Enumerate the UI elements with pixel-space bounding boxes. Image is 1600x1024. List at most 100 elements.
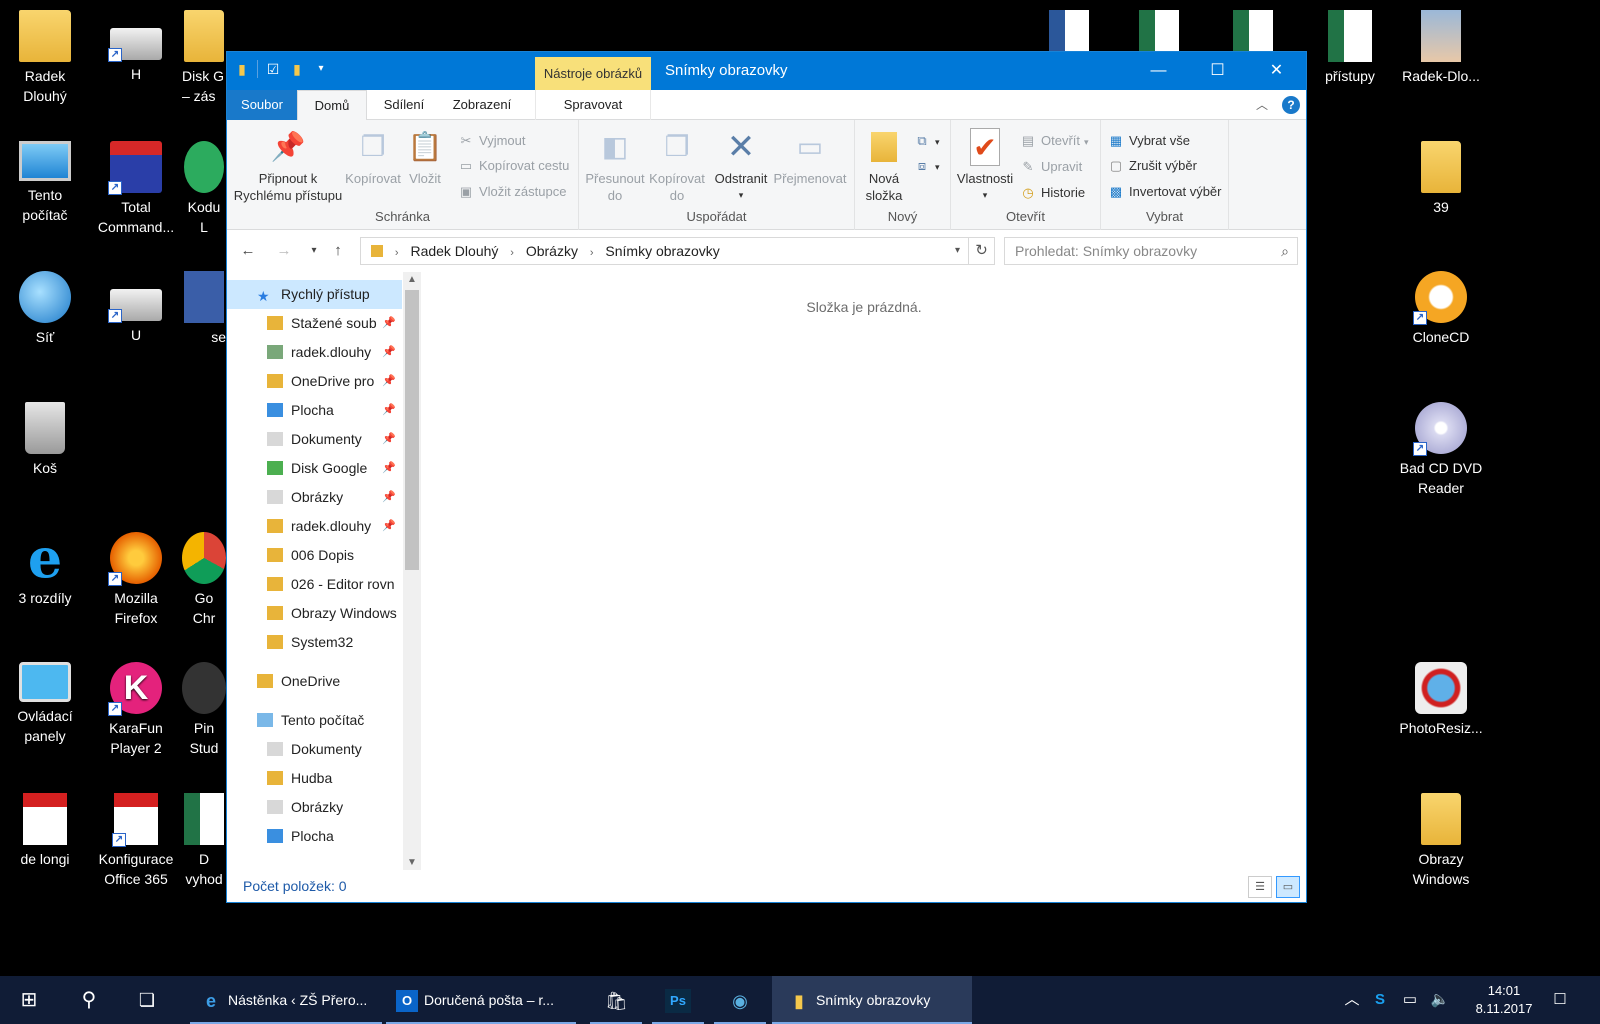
collapse-ribbon-icon[interactable]: ︿: [1252, 95, 1272, 115]
desktop-icon-total-commander[interactable]: ↗ Total Command...: [91, 141, 181, 237]
back-button[interactable]: ←: [237, 240, 259, 262]
clock[interactable]: 14:01 8.11.2017: [1468, 982, 1540, 1018]
tab-home[interactable]: Domů: [297, 90, 367, 121]
taskbar-app-outlook[interactable]: O Doručená pošta – r...: [386, 976, 576, 1024]
desktop-icon-h[interactable]: ↗ H: [91, 20, 181, 84]
minimize-button[interactable]: —: [1129, 52, 1188, 90]
desktop-icon-photoresizer[interactable]: PhotoResiz...: [1396, 662, 1486, 738]
desktop-icon-sit[interactable]: Síť: [0, 271, 90, 347]
desktop-icon-radek-dlouhy[interactable]: Radek Dlouhý: [0, 10, 90, 106]
tab-share[interactable]: Sdílení: [369, 90, 439, 120]
breadcrumb-item-snimky-obrazovky[interactable]: Snímky obrazovky: [605, 243, 719, 259]
chevron-down-icon[interactable]: ▾: [955, 238, 960, 264]
desktop-icon-kodu[interactable]: Kodu L: [182, 141, 226, 237]
desktop-icon-se[interactable]: se: [182, 271, 226, 347]
desktop-icon-u[interactable]: ↗ U: [91, 281, 181, 345]
desktop-icon-disk-g[interactable]: Disk G – zás: [182, 10, 226, 106]
taskbar-app-explorer[interactable]: ▮ Snímky obrazovky: [772, 976, 972, 1024]
nav-scrollbar[interactable]: ▲ ▼: [403, 272, 421, 870]
desktop-icon-konfigurace-office[interactable]: ↗ Konfigurace Office 365: [91, 793, 181, 889]
nav-item[interactable]: Dokumenty: [227, 735, 402, 764]
desktop-icon-firefox[interactable]: ↗ Mozilla Firefox: [91, 532, 181, 628]
taskbar-app-edge[interactable]: e Nástěnka ‹ ZŠ Přero...: [190, 976, 382, 1024]
scroll-up-icon[interactable]: ▲: [403, 274, 421, 285]
tab-manage[interactable]: Spravovat: [535, 90, 651, 120]
search-input[interactable]: Prohledat: Snímky obrazovky ⌕: [1004, 237, 1298, 265]
desktop-icon-chrome[interactable]: Go Chr: [182, 532, 226, 628]
desktop-icon-de-longi[interactable]: de longi: [0, 793, 90, 869]
properties-button[interactable]: ✔ Vlastnosti ▾: [955, 128, 1015, 204]
nav-item[interactable]: radek.dlouhy 📌: [227, 338, 402, 367]
recent-locations-button[interactable]: ▾: [303, 240, 325, 262]
nav-item[interactable]: Plocha 📌: [227, 396, 402, 425]
desktop-icon-pristupy[interactable]: přístupy: [1305, 10, 1395, 86]
copy-to-button[interactable]: ❐ Kopírovat do: [645, 128, 709, 204]
desktop-icon-39[interactable]: 39: [1396, 141, 1486, 217]
show-hidden-icons-button[interactable]: ︿: [1338, 976, 1366, 1024]
scrollbar-thumb[interactable]: [405, 290, 419, 570]
nav-item[interactable]: 026 - Editor rovn: [227, 570, 402, 599]
search-button[interactable]: ⚲: [74, 976, 104, 1024]
desktop-icon-radek-photo[interactable]: Radek-Dlo...: [1396, 10, 1486, 86]
nav-item[interactable]: Obrazy Windows: [227, 599, 402, 628]
select-none-button[interactable]: ▢ Zrušit výběr: [1107, 155, 1197, 177]
nav-item[interactable]: ★ Rychlý přístup: [227, 280, 402, 309]
taskbar-app-eye[interactable]: ◉: [714, 976, 766, 1024]
desktop-icon-obrazy-windows[interactable]: Obrazy Windows: [1396, 793, 1486, 889]
properties-icon[interactable]: ☑: [264, 60, 282, 78]
history-button[interactable]: ◷ Historie: [1019, 182, 1085, 204]
nav-item[interactable]: Stažené soub 📌: [227, 309, 402, 338]
nav-item[interactable]: Tento počítač: [227, 706, 402, 735]
edit-button[interactable]: ✎ Upravit: [1019, 156, 1083, 178]
paste-button[interactable]: 📋 Vložit: [403, 128, 447, 187]
nav-item[interactable]: System32: [227, 628, 402, 657]
scroll-down-icon[interactable]: ▼: [403, 857, 421, 868]
new-item-button[interactable]: ⧉ ▾: [913, 130, 939, 152]
desktop-icon-3-rozdily[interactable]: e 3 rozdíly: [0, 531, 90, 608]
breadcrumb-item-radek-dlouhy[interactable]: Radek Dlouhý: [410, 243, 498, 259]
paste-shortcut-button[interactable]: ▣ Vložit zástupce: [457, 181, 567, 203]
tab-view[interactable]: Zobrazení: [441, 90, 523, 120]
rename-button[interactable]: ▭ Přejmenovat: [771, 128, 849, 187]
large-icons-view-button[interactable]: ▭: [1276, 876, 1300, 898]
pin-quick-access-button[interactable]: 📌 Připnout k Rychlému přístupu: [233, 128, 343, 204]
start-button[interactable]: ⊞: [14, 976, 44, 1024]
invert-selection-button[interactable]: ▩ Invertovat výběr: [1107, 181, 1222, 203]
file-list[interactable]: Složka je prázdná.: [422, 272, 1306, 870]
nav-item[interactable]: radek.dlouhy 📌: [227, 512, 402, 541]
desktop-icon-clonecd[interactable]: ↗ CloneCD: [1396, 271, 1486, 347]
desktop-icon-tento-pocitac[interactable]: Tento počítač: [0, 141, 90, 225]
select-all-button[interactable]: ▦ Vybrat vše: [1107, 130, 1190, 152]
desktop-icon-kos[interactable]: Koš: [0, 402, 90, 478]
task-view-button[interactable]: ❏: [132, 976, 162, 1024]
close-button[interactable]: ✕: [1247, 52, 1306, 90]
copy-button[interactable]: ❐ Kopírovat: [343, 128, 403, 187]
new-folder-button[interactable]: Nová složka: [859, 128, 909, 204]
forward-button[interactable]: →: [273, 240, 295, 262]
cut-button[interactable]: ✂ Vyjmout: [457, 130, 526, 152]
new-folder-icon[interactable]: ▮: [288, 60, 306, 78]
chevron-down-icon[interactable]: ▾: [312, 60, 330, 78]
move-to-button[interactable]: ◧ Přesunout do: [583, 128, 647, 204]
nav-item[interactable]: OneDrive pro 📌: [227, 367, 402, 396]
desktop-icon-bad-cd-dvd[interactable]: ↗ Bad CD DVD Reader: [1396, 402, 1486, 498]
skype-icon[interactable]: S: [1366, 976, 1394, 1024]
volume-icon[interactable]: 🔈: [1426, 976, 1454, 1024]
nav-item[interactable]: Plocha: [227, 822, 402, 851]
taskbar-app-store[interactable]: 🛍: [590, 976, 642, 1024]
address-bar[interactable]: › Radek Dlouhý › Obrázky › Snímky obrazo…: [360, 237, 969, 265]
open-button[interactable]: ▤ Otevřít ▾: [1019, 130, 1089, 152]
delete-button[interactable]: ✕ Odstranit ▾: [709, 128, 773, 204]
help-icon[interactable]: ?: [1282, 96, 1300, 114]
desktop-icon-ovladaci-panely[interactable]: Ovládací panely: [0, 662, 90, 746]
maximize-button[interactable]: ☐: [1188, 52, 1247, 90]
nav-item[interactable]: Obrázky: [227, 793, 402, 822]
nav-item[interactable]: 006 Dopis: [227, 541, 402, 570]
details-view-button[interactable]: ☰: [1248, 876, 1272, 898]
nav-item[interactable]: Disk Google 📌: [227, 454, 402, 483]
desktop-icon-dvyhod[interactable]: D vyhod: [182, 793, 226, 889]
desktop-icon-karafun[interactable]: K ↗ KaraFun Player 2: [91, 662, 181, 758]
breadcrumb-item-obrazky[interactable]: Obrázky: [526, 243, 578, 259]
network-icon[interactable]: ▭: [1396, 976, 1424, 1024]
taskbar-app-photoshop[interactable]: Ps: [652, 976, 704, 1024]
